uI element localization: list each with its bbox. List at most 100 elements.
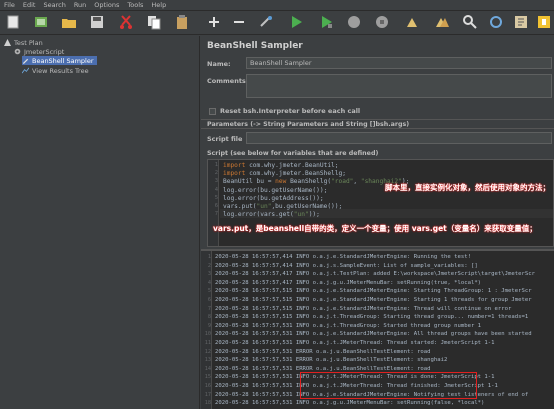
function-helper-icon bbox=[515, 16, 527, 28]
log-line: 2020-05-28 16:57:57,531 INFO o.a.j.t.JMe… bbox=[215, 340, 495, 346]
function-helper-button[interactable] bbox=[513, 14, 529, 30]
clear-button[interactable] bbox=[404, 14, 420, 30]
log-line-number: 18 bbox=[204, 400, 211, 407]
copy-button[interactable] bbox=[146, 14, 162, 30]
collapse-icon bbox=[234, 21, 244, 23]
tree-item-jmeterscript[interactable]: JmeterScript bbox=[14, 47, 64, 56]
tree-item-label: Test Plan bbox=[14, 38, 43, 47]
tree-item-view-results-tree[interactable]: View Results Tree bbox=[22, 66, 89, 75]
search-button[interactable] bbox=[462, 14, 478, 30]
code-line-number: 3 bbox=[214, 178, 218, 185]
log-line: 2020-05-28 16:57:57,531 ERROR o.a.j.u.Be… bbox=[215, 365, 431, 372]
stop-icon bbox=[348, 16, 360, 28]
log-line: 2020-05-28 16:57:57,515 INFO o.a.j.e.Sta… bbox=[215, 305, 512, 312]
stop-button[interactable] bbox=[346, 14, 362, 30]
tree-item-beanshell-sampler[interactable]: BeanShell Sampler bbox=[22, 56, 97, 65]
log-line: 2020-05-28 16:57:57,515 INFO o.a.j.e.Sta… bbox=[215, 288, 532, 295]
clear-all-button[interactable] bbox=[434, 14, 450, 30]
code-line: log.error(bu.getUserName()); bbox=[223, 186, 328, 194]
expand-icon bbox=[209, 17, 219, 27]
save-icon bbox=[91, 16, 103, 28]
reset-interpreter-checkbox[interactable] bbox=[209, 107, 216, 115]
expand-button[interactable] bbox=[206, 14, 222, 30]
code-line: BeanUtil bu = new BeanShellg("road", "sh… bbox=[223, 178, 410, 186]
menu-file[interactable]: File bbox=[4, 1, 15, 9]
log-line-number: 3 bbox=[207, 271, 211, 278]
log-line: 2020-05-28 16:57:57,531 INFO o.a.j.e.Sta… bbox=[215, 331, 532, 338]
annotation-instantiate: 脚本里，直接实例化对象，然后使用对象的方法； bbox=[385, 183, 550, 192]
tree-item-label: View Results Tree bbox=[32, 66, 89, 75]
log-line: 2020-05-28 16:57:57,417 INFO o.a.j.g.u.J… bbox=[215, 279, 482, 286]
toggle-icon bbox=[260, 16, 272, 27]
log-line-number: 12 bbox=[204, 348, 211, 355]
log-line: 2020-05-28 16:57:57,417 INFO o.a.j.t.Tes… bbox=[215, 271, 535, 278]
open-icon bbox=[62, 19, 76, 28]
help-button[interactable] bbox=[536, 14, 552, 30]
templates-button[interactable] bbox=[33, 14, 49, 30]
open-button[interactable] bbox=[61, 14, 77, 30]
test-plan-icon bbox=[4, 39, 11, 46]
code-line-number: 2 bbox=[214, 170, 218, 177]
menu-help[interactable]: Help bbox=[151, 1, 166, 9]
name-field[interactable]: BeanShell Sampler bbox=[246, 57, 552, 69]
script-file-label: Script file bbox=[207, 135, 243, 143]
reset-search-button[interactable] bbox=[488, 14, 504, 30]
log-line-number: 10 bbox=[204, 331, 211, 338]
save-button[interactable] bbox=[89, 14, 105, 30]
collapse-button[interactable] bbox=[231, 14, 247, 30]
cut-button[interactable] bbox=[118, 14, 134, 30]
annotation-vars: vars.put，是beanshell自带的类，定义一个变量；使用 vars.g… bbox=[213, 224, 537, 233]
code-line-number: 7 bbox=[214, 211, 218, 218]
gear-icon bbox=[14, 48, 21, 55]
script-header: Script (see below for variables that are… bbox=[207, 150, 379, 157]
log-line-number: 4 bbox=[207, 279, 211, 286]
menu-tools[interactable]: Tools bbox=[127, 1, 143, 9]
start-button[interactable] bbox=[288, 14, 304, 30]
start-no-pause-button[interactable] bbox=[318, 14, 334, 30]
panel-title: BeanShell Sampler bbox=[207, 41, 303, 51]
log-line-number: 16 bbox=[204, 383, 211, 389]
comments-field[interactable] bbox=[246, 74, 552, 98]
paste-button[interactable] bbox=[174, 14, 190, 30]
log-line-number: 5 bbox=[207, 288, 211, 295]
start-icon bbox=[292, 16, 302, 28]
shutdown-icon bbox=[376, 16, 388, 28]
log-line: 2020-05-28 16:57:57,515 INFO o.a.j.e.Sta… bbox=[215, 297, 532, 303]
new-icon bbox=[7, 15, 19, 29]
log-line-number: 15 bbox=[204, 374, 211, 381]
shutdown-button[interactable] bbox=[374, 14, 390, 30]
toggle-button[interactable] bbox=[258, 14, 274, 30]
menu-edit[interactable]: Edit bbox=[23, 1, 36, 9]
code-line: log.error(bu.getAddress()); bbox=[223, 194, 324, 202]
menu-run[interactable]: Run bbox=[74, 1, 86, 9]
code-line: import com.why.jmeter.BeanShellg; bbox=[223, 170, 346, 178]
menu-search[interactable]: Search bbox=[43, 1, 65, 9]
name-label: Name: bbox=[207, 60, 231, 68]
new-button[interactable] bbox=[5, 14, 21, 30]
search-icon bbox=[463, 15, 477, 29]
templates-icon bbox=[35, 17, 47, 27]
log-line-number: 17 bbox=[204, 391, 211, 398]
code-line-number: 5 bbox=[214, 194, 218, 201]
log-line-number: 11 bbox=[204, 340, 211, 346]
code-line: log.error(vars.get("un")); bbox=[223, 211, 320, 219]
tree-item-test-plan[interactable]: Test Plan bbox=[4, 38, 43, 47]
reset-interpreter-row[interactable]: Reset bsh.Interpreter before each call bbox=[209, 107, 360, 115]
menu-options[interactable]: Options bbox=[94, 1, 119, 9]
pencil-icon bbox=[22, 58, 29, 64]
parameters-header: Parameters (-> String Parameters and Str… bbox=[201, 119, 554, 129]
log-line-number: 9 bbox=[207, 322, 211, 329]
log-line-number: 7 bbox=[207, 305, 211, 312]
toolbar bbox=[0, 11, 554, 35]
tree-item-label: BeanShell Sampler bbox=[32, 56, 94, 65]
log-line-number: 8 bbox=[207, 314, 211, 321]
log-line-number: 1 bbox=[207, 254, 211, 260]
menu-bar: File Edit Search Run Options Tools Help bbox=[0, 0, 554, 11]
code-line-number: 1 bbox=[214, 162, 218, 168]
log-line: 2020-05-28 16:57:57,515 INFO o.a.j.t.Thr… bbox=[215, 314, 529, 321]
log-line-number: 13 bbox=[204, 357, 211, 364]
reset-search-icon bbox=[490, 16, 502, 28]
reset-interpreter-label: Reset bsh.Interpreter before each call bbox=[220, 107, 361, 115]
log-line: 2020-05-28 16:57:57,531 INFO o.a.j.g.u.J… bbox=[215, 400, 485, 407]
script-file-field[interactable] bbox=[246, 132, 552, 144]
